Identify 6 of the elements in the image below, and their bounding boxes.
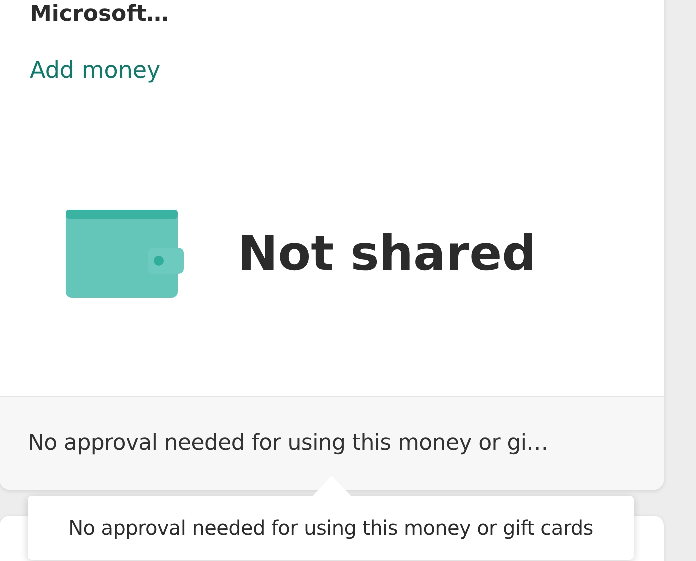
approval-text[interactable]: No approval needed for using this money or gi… <box>28 431 548 456</box>
account-title: Microsoft… <box>30 1 170 29</box>
tooltip-text: No approval needed for using this money or gift cards <box>68 516 594 540</box>
sharing-status: Not shared <box>238 226 537 282</box>
add-money-link[interactable]: Add money <box>30 56 161 86</box>
wallet-icon <box>64 208 186 300</box>
